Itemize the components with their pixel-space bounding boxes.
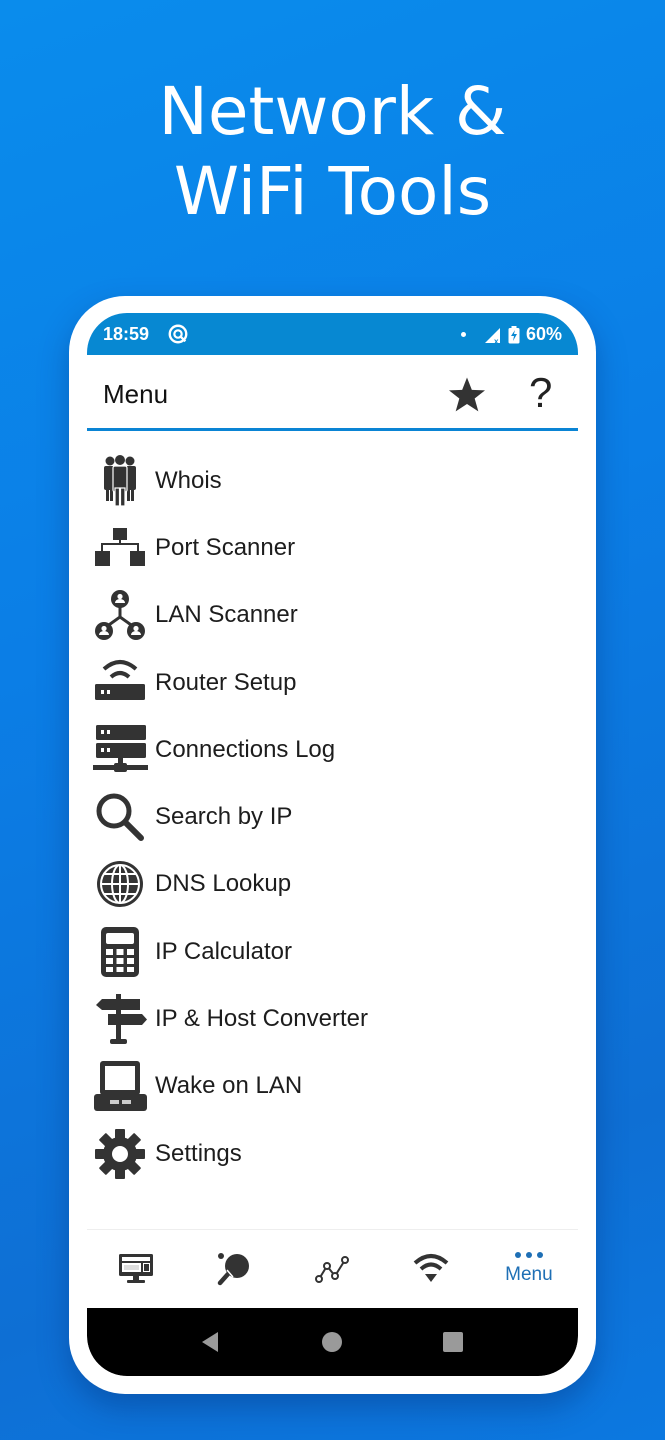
menu-item-label: Router Setup <box>155 668 297 696</box>
menu-item-settings[interactable]: Settings <box>87 1120 578 1187</box>
status-bar: 18:59 x 60% <box>87 313 578 355</box>
promo-headline: Network & WiFi Tools <box>0 72 665 232</box>
monitor-icon <box>119 1254 154 1283</box>
menu-item-wake-on-lan[interactable]: Wake on LAN <box>87 1053 578 1120</box>
menu-item-label: DNS Lookup <box>155 870 292 898</box>
menu-item-connections-log[interactable]: Connections Log <box>87 716 578 783</box>
menu-item-label: Whois <box>155 466 222 494</box>
menu-item-label: Search by IP <box>155 803 293 831</box>
tab-wifi[interactable] <box>382 1230 480 1308</box>
phone-screen: 18:59 x 60% Menu ? Whois Port Scanner LA… <box>87 313 578 1376</box>
status-right: x 60% <box>460 324 562 345</box>
tab-ping[interactable] <box>185 1230 283 1308</box>
menu-item-lan-scanner[interactable]: LAN Scanner <box>87 582 578 649</box>
menu-item-port-scanner[interactable]: Port Scanner <box>87 514 578 581</box>
menu-item-whois[interactable]: Whois <box>87 447 578 514</box>
tab-graph[interactable] <box>283 1230 381 1308</box>
sync-icon <box>168 324 188 344</box>
notification-dot-icon <box>460 332 466 337</box>
app-bar: Menu ? <box>87 355 578 431</box>
computer-icon <box>87 1058 153 1114</box>
network-users-icon <box>87 587 153 643</box>
bottom-nav: Menu <box>87 1230 578 1308</box>
menu-item-label: IP & Host Converter <box>155 1005 368 1033</box>
tab-monitor[interactable] <box>87 1230 185 1308</box>
system-navigation-bar <box>87 1308 578 1376</box>
more-dots-icon <box>514 1252 543 1258</box>
tab-menu[interactable]: Menu <box>480 1230 578 1308</box>
menu-item-label: Settings <box>155 1139 242 1167</box>
menu-item-label: Port Scanner <box>155 533 296 561</box>
menu-item-label: IP Calculator <box>155 937 292 965</box>
menu-item-label: Wake on LAN <box>155 1072 303 1100</box>
router-icon <box>87 655 153 711</box>
search-icon <box>87 789 153 845</box>
menu-item-ip-calculator[interactable]: IP Calculator <box>87 918 578 985</box>
signpost-icon <box>87 991 153 1047</box>
star-icon[interactable] <box>447 375 487 415</box>
gear-icon <box>87 1126 153 1182</box>
phone-frame: 18:59 x 60% Menu ? Whois Port Scanner LA… <box>69 296 596 1394</box>
recents-icon[interactable] <box>439 1328 467 1356</box>
menu-item-router-setup[interactable]: Router Setup <box>87 649 578 716</box>
battery-charging-icon <box>508 325 520 343</box>
tab-menu-label: Menu <box>505 1264 553 1285</box>
graph-icon <box>314 1256 349 1283</box>
headline-line-1: Network & <box>158 73 507 150</box>
headline-line-2: WiFi Tools <box>173 153 492 230</box>
server-icon <box>87 722 153 778</box>
svg-text:x: x <box>494 337 499 344</box>
home-icon[interactable] <box>318 1328 346 1356</box>
menu-item-label: LAN Scanner <box>155 601 298 629</box>
hierarchy-icon <box>87 520 153 576</box>
menu-item-search-by-ip[interactable]: Search by IP <box>87 783 578 850</box>
page-title: Menu <box>103 379 169 409</box>
wifi-icon <box>413 1254 449 1282</box>
status-time: 18:59 <box>103 324 150 344</box>
help-icon[interactable]: ? <box>529 369 552 417</box>
signal-no-data-icon: x <box>484 327 500 344</box>
menu-item-label: Connections Log <box>155 735 336 763</box>
ping-pong-icon <box>218 1253 250 1286</box>
menu-list: Whois Port Scanner LAN Scanner Router Se… <box>87 447 578 1187</box>
battery-percent: 60% <box>525 324 562 344</box>
globe-icon <box>87 856 153 912</box>
menu-item-ip-host-converter[interactable]: IP & Host Converter <box>87 985 578 1052</box>
menu-item-dns-lookup[interactable]: DNS Lookup <box>87 851 578 918</box>
people-icon <box>87 453 153 509</box>
back-icon[interactable] <box>197 1328 225 1356</box>
calculator-icon <box>87 924 153 980</box>
